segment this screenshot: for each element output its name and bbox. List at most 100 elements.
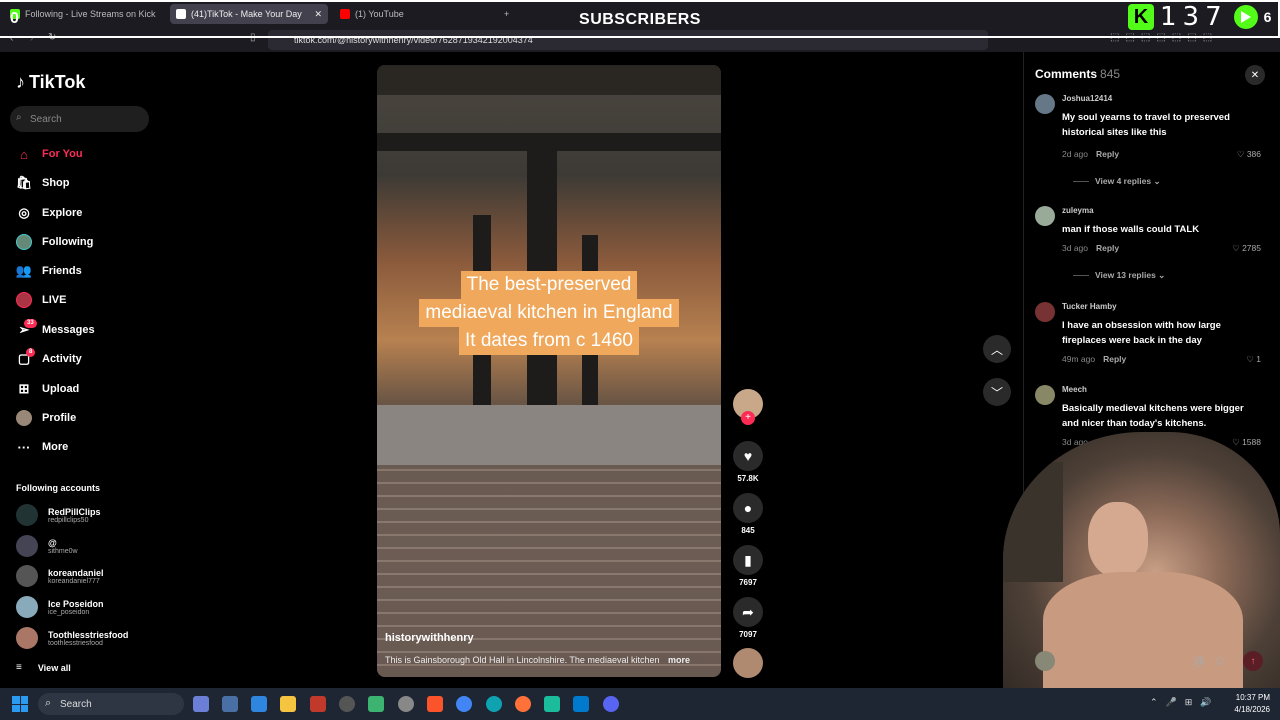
comment-like-button[interactable]: ♡ 1588 bbox=[1232, 437, 1261, 448]
windows-start-icon[interactable] bbox=[12, 696, 28, 712]
comment-user[interactable]: Tucker Hamby bbox=[1062, 302, 1117, 311]
save-button[interactable]: ▮ 7697 bbox=[732, 545, 764, 587]
app-icon[interactable] bbox=[339, 696, 355, 712]
file-explorer-icon[interactable] bbox=[280, 696, 296, 712]
music-disc-button[interactable] bbox=[732, 648, 764, 678]
youtube-icon bbox=[340, 9, 350, 19]
tab-tiktok[interactable]: (41)TikTok - Make Your Day ✕ bbox=[170, 4, 328, 24]
comment-user[interactable]: zuleyma bbox=[1062, 206, 1094, 215]
extension-icons[interactable]: ⬚⬚⬚⬚⬚⬚⬚ bbox=[1110, 32, 1218, 43]
nav-explore[interactable]: ◎ Explore bbox=[16, 202, 82, 224]
plus-square-icon: ⊞ bbox=[18, 381, 30, 396]
ceiling bbox=[377, 65, 721, 95]
nav-profile[interactable]: Profile bbox=[16, 407, 76, 429]
nav-shop[interactable]: 🛍 Shop bbox=[16, 172, 70, 194]
nav-upload[interactable]: ⊞ Upload bbox=[16, 378, 80, 400]
reply-button[interactable]: Reply bbox=[1096, 149, 1119, 159]
video-author[interactable]: historywithhenry bbox=[385, 632, 474, 644]
share-button[interactable]: ➦ 7097 bbox=[732, 597, 764, 639]
nav-label: More bbox=[42, 441, 69, 453]
app-icon[interactable] bbox=[310, 696, 326, 712]
video-player[interactable]: The best-preserved mediaeval kitchen in … bbox=[377, 65, 721, 677]
account-item[interactable]: Ice Poseidon ice_poseidon bbox=[16, 596, 104, 618]
like-button[interactable]: ♥ 57.8K bbox=[732, 441, 764, 483]
task-view-icon[interactable] bbox=[193, 696, 209, 712]
tab-kick[interactable]: Following - Live Streams on Kick bbox=[4, 4, 164, 24]
mention-icon[interactable]: @ bbox=[1193, 654, 1205, 668]
view-replies-label: View 4 replies bbox=[1095, 176, 1152, 186]
browser-toolbar: ‹ › ↻ ▯ tiktok.com/@historywithhenry/vid… bbox=[0, 28, 1280, 52]
comment-time: 2d ago bbox=[1062, 149, 1088, 159]
chrome-icon[interactable] bbox=[456, 696, 472, 712]
app-icon[interactable] bbox=[398, 696, 414, 712]
account-item[interactable]: @ sithme0w bbox=[16, 535, 78, 557]
logo-text: TikTok bbox=[29, 72, 86, 92]
avatar[interactable] bbox=[1035, 385, 1055, 405]
more-button[interactable]: more bbox=[668, 655, 690, 665]
new-tab-button[interactable]: + bbox=[498, 4, 515, 24]
app-icon[interactable] bbox=[222, 696, 238, 712]
nav-following[interactable]: Following bbox=[16, 231, 93, 253]
share-icon: ➦ bbox=[733, 597, 763, 627]
system-tray-icons[interactable]: ⌃🎤⊞🔊 bbox=[1150, 697, 1220, 708]
edge-icon[interactable] bbox=[486, 696, 502, 712]
comment-like-button[interactable]: ♡ 386 bbox=[1237, 149, 1261, 160]
overlay-right-number: 6 bbox=[1263, 9, 1272, 25]
avatar[interactable] bbox=[1035, 94, 1055, 114]
taskbar-search[interactable]: ⌕ Search bbox=[38, 693, 184, 715]
next-video-button[interactable]: ﹀ bbox=[983, 378, 1011, 406]
nav-friends[interactable]: 👥 Friends bbox=[16, 260, 82, 282]
reply-button[interactable]: Reply bbox=[1103, 354, 1126, 364]
reply-button[interactable]: Reply bbox=[1096, 243, 1119, 253]
app-icon[interactable] bbox=[544, 696, 560, 712]
search-input[interactable]: ⌕ Search bbox=[10, 106, 149, 132]
vscode-icon[interactable] bbox=[573, 696, 589, 712]
discord-icon[interactable] bbox=[603, 696, 619, 712]
nav-more[interactable]: ··· More bbox=[16, 436, 69, 458]
forward-icon[interactable]: › bbox=[30, 33, 33, 44]
view-replies-button[interactable]: View 4 replies ⌄ bbox=[1073, 176, 1161, 187]
app-icon[interactable] bbox=[251, 696, 267, 712]
url-field[interactable]: tiktok.com/@historywithhenry/video/76287… bbox=[268, 30, 988, 50]
send-comment-button[interactable]: ↑ bbox=[1243, 651, 1263, 671]
nav-label: Messages bbox=[42, 324, 95, 336]
close-comments-button[interactable]: ✕ bbox=[1245, 65, 1265, 85]
nav-activity[interactable]: ▢ 8 Activity bbox=[16, 348, 82, 370]
avatar[interactable] bbox=[1035, 206, 1055, 226]
nav-for-you[interactable]: ⌂ For You bbox=[16, 143, 83, 165]
reload-icon[interactable]: ↻ bbox=[48, 32, 56, 43]
subscriber-counter: K 137 6 bbox=[1128, 2, 1271, 32]
avatar[interactable] bbox=[1035, 302, 1055, 322]
bookmark-icon[interactable]: ▯ bbox=[250, 32, 256, 43]
account-handle: toothlesstriesfood bbox=[48, 639, 103, 647]
comment-user[interactable]: Meech bbox=[1062, 385, 1087, 394]
back-icon[interactable]: ‹ bbox=[10, 33, 13, 44]
view-replies-button[interactable]: View 13 replies ⌄ bbox=[1073, 270, 1165, 281]
previous-video-button[interactable]: ︿ bbox=[983, 335, 1011, 363]
nav-messages[interactable]: ➢ 33 Messages bbox=[16, 319, 95, 341]
comment-user[interactable]: Joshua12414 bbox=[1062, 94, 1112, 103]
emoji-icon[interactable]: ☺ bbox=[1213, 653, 1226, 668]
comment-like-button[interactable]: ♡ 2785 bbox=[1232, 243, 1261, 254]
account-name: Ice Poseidon bbox=[48, 598, 104, 609]
webcam-body bbox=[1043, 572, 1243, 688]
firefox-icon[interactable] bbox=[515, 696, 531, 712]
brave-icon[interactable] bbox=[427, 696, 443, 712]
account-item[interactable]: Toothlesstriesfood toothlesstriesfood bbox=[16, 627, 128, 649]
close-icon[interactable]: ✕ bbox=[314, 9, 322, 20]
view-all-link[interactable]: ≡ View all bbox=[16, 662, 71, 673]
account-item[interactable]: RedPillClips redpillclips50 bbox=[16, 504, 101, 526]
comment-button[interactable]: ● 845 bbox=[732, 493, 764, 535]
comment-text: My soul yearns to travel to preserved hi… bbox=[1062, 112, 1230, 138]
nav-live[interactable]: LIVE bbox=[16, 289, 66, 311]
author-avatar-button[interactable]: + bbox=[732, 389, 764, 425]
tiktok-logo[interactable]: ♪ TikTok bbox=[16, 72, 85, 93]
comment-like-button[interactable]: ♡ 1 bbox=[1246, 354, 1261, 365]
follow-plus-icon[interactable]: + bbox=[741, 411, 755, 425]
tab-youtube[interactable]: (1) YouTube bbox=[334, 4, 494, 24]
account-item[interactable]: koreandaniel koreandaniel777 bbox=[16, 565, 104, 587]
taskbar-clock[interactable]: 10:37 PM 4/18/2026 bbox=[1222, 692, 1270, 716]
nav-label: For You bbox=[42, 148, 83, 160]
list-icon: ≡ bbox=[16, 662, 22, 673]
app-icon[interactable] bbox=[368, 696, 384, 712]
